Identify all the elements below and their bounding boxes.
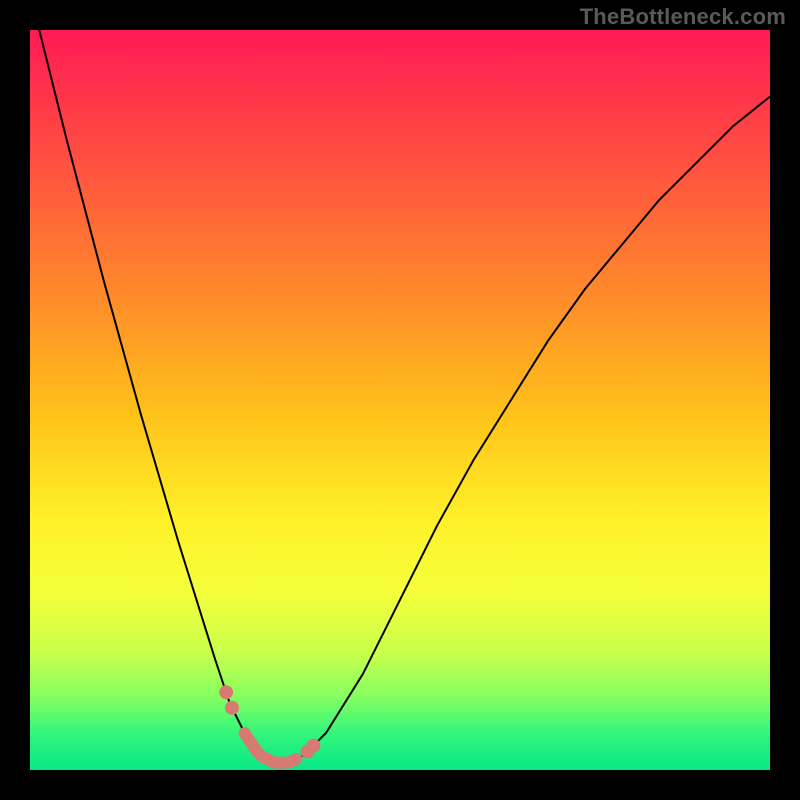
optimal-band — [219, 685, 320, 762]
watermark-text: TheBottleneck.com — [580, 4, 786, 30]
chart-frame: TheBottleneck.com — [0, 0, 800, 800]
chart-svg — [30, 30, 770, 770]
bottleneck-curve — [30, 30, 770, 763]
band-segment — [245, 733, 297, 763]
band-dot — [225, 701, 239, 715]
plot-area — [30, 30, 770, 770]
band-dot — [306, 739, 320, 753]
band-dot — [219, 685, 233, 699]
